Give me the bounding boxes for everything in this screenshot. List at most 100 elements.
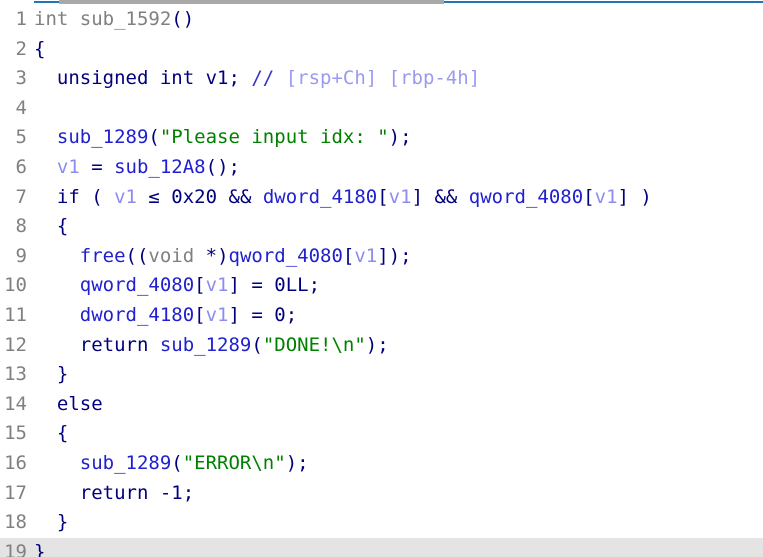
token-plain [34, 156, 57, 178]
code-line[interactable]: 9 free((void *)qword_4080[v1]); [0, 242, 763, 272]
token-punctuation: ; [183, 482, 194, 504]
code-line-text[interactable]: } [34, 360, 68, 390]
code-line[interactable]: 18 } [0, 508, 763, 538]
token-function[interactable]: free [80, 245, 126, 267]
code-line-text[interactable]: dword_4180[v1] = 0; [34, 301, 297, 331]
code-listing[interactable]: 1int sub_1592()2{3 unsigned int v1; // [… [0, 5, 763, 557]
token-global-var[interactable]: qword_4080 [229, 245, 343, 267]
line-number: 2 [0, 35, 27, 65]
token-local-var[interactable]: v1 [354, 245, 377, 267]
code-line-text[interactable]: return -1; [34, 479, 194, 509]
code-line[interactable]: 3 unsigned int v1; // [rsp+Ch] [rbp-4h] [0, 64, 763, 94]
token-punctuation: ); [366, 334, 389, 356]
code-line[interactable]: 1int sub_1592() [0, 5, 763, 35]
line-number: 5 [0, 123, 27, 153]
line-number: 1 [0, 5, 27, 35]
token-function[interactable]: sub_1289 [80, 452, 172, 474]
code-line-text[interactable]: } [34, 538, 45, 557]
token-string: "DONE!\n" [263, 334, 366, 356]
token-punctuation: ]); [377, 245, 411, 267]
code-line[interactable]: 13 } [0, 360, 763, 390]
token-type: sub_1592 [80, 8, 172, 30]
line-number: 4 [0, 94, 27, 124]
code-line-text[interactable]: sub_1289("Please input idx: "); [34, 123, 412, 153]
token-local-var[interactable]: v1 [206, 304, 229, 326]
token-keyword: unsigned int v1; [34, 67, 240, 89]
token-function[interactable]: sub_1289 [57, 126, 149, 148]
code-line[interactable]: 5 sub_1289("Please input idx: "); [0, 123, 763, 153]
token-type: int [34, 8, 68, 30]
token-keyword: else [34, 393, 103, 415]
token-string: "Please input idx: " [160, 126, 389, 148]
code-line[interactable]: 11 dword_4180[v1] = 0; [0, 301, 763, 331]
token-punctuation: () [171, 8, 194, 30]
token-global-var[interactable]: qword_4080 [80, 274, 194, 296]
token-punctuation: ); [286, 452, 309, 474]
code-line[interactable]: 7 if ( v1 ≤ 0x20 && dword_4180[v1] && qw… [0, 183, 763, 213]
token-local-var[interactable]: v1 [114, 186, 137, 208]
token-punctuation: [ [194, 304, 205, 326]
line-number: 13 [0, 360, 27, 390]
code-line-text[interactable]: else [34, 390, 103, 420]
code-line-text[interactable]: if ( v1 ≤ 0x20 && dword_4180[v1] && qwor… [34, 183, 652, 213]
token-punctuation: ] = [229, 304, 275, 326]
token-comment-body: [rsp+Ch] [rbp-4h] [274, 67, 480, 89]
code-line-text[interactable]: unsigned int v1; // [rsp+Ch] [rbp-4h] [34, 64, 480, 94]
token-global-var[interactable]: dword_4180 [80, 304, 194, 326]
code-line[interactable]: 10 qword_4080[v1] = 0LL; [0, 271, 763, 301]
code-line[interactable]: 17 return -1; [0, 479, 763, 509]
code-line-text[interactable]: free((void *)qword_4080[v1]); [34, 242, 412, 272]
code-line-text[interactable]: v1 = sub_12A8(); [34, 153, 240, 183]
token-type: void [148, 245, 194, 267]
token-number: -1 [160, 482, 183, 504]
code-line-text[interactable]: sub_1289("ERROR\n"); [34, 449, 309, 479]
line-number: 3 [0, 64, 27, 94]
code-line[interactable]: 12 return sub_1289("DONE!\n"); [0, 331, 763, 361]
pseudocode-view[interactable]: 1int sub_1592()2{3 unsigned int v1; // [… [0, 0, 763, 557]
code-line[interactable]: 2{ [0, 35, 763, 65]
token-keyword: if ( [34, 186, 114, 208]
token-keyword: return [34, 334, 160, 356]
code-line-text[interactable]: qword_4080[v1] = 0LL; [34, 271, 320, 301]
token-local-var[interactable]: v1 [389, 186, 412, 208]
code-line[interactable]: 19} [0, 538, 763, 557]
token-punctuation: { [34, 38, 45, 60]
code-line-text[interactable]: } [34, 508, 68, 538]
code-line-text[interactable] [34, 94, 45, 124]
code-line-text[interactable]: { [34, 35, 45, 65]
code-line[interactable]: 4 [0, 94, 763, 124]
code-line-text[interactable]: { [34, 212, 68, 242]
horizontal-scrollbar-thumb[interactable] [59, 0, 444, 4]
horizontal-scrollbar[interactable] [34, 0, 763, 3]
token-punctuation: ≤ [137, 186, 171, 208]
code-line[interactable]: 8 { [0, 212, 763, 242]
token-punctuation: (); [206, 156, 240, 178]
code-line[interactable]: 16 sub_1289("ERROR\n"); [0, 449, 763, 479]
token-number: 0x20 [171, 186, 217, 208]
token-punctuation: } [34, 363, 68, 385]
token-punctuation: [ [583, 186, 594, 208]
token-plain [34, 452, 80, 474]
token-keyword: return [34, 482, 160, 504]
code-line[interactable]: 14 else [0, 390, 763, 420]
line-number: 8 [0, 212, 27, 242]
token-punctuation: ] [412, 186, 423, 208]
token-number: 0LL [274, 274, 308, 296]
token-local-var[interactable]: v1 [595, 186, 618, 208]
line-number: 14 [0, 390, 27, 420]
code-line-text[interactable]: { [34, 419, 68, 449]
code-line-text[interactable]: return sub_1289("DONE!\n"); [34, 331, 389, 361]
token-function[interactable]: sub_12A8 [114, 156, 206, 178]
line-number: 16 [0, 449, 27, 479]
token-punctuation: } [34, 541, 45, 557]
token-function[interactable]: sub_1289 [160, 334, 252, 356]
line-number: 19 [0, 538, 27, 557]
token-global-var[interactable]: dword_4180 [263, 186, 377, 208]
code-line[interactable]: 15 { [0, 419, 763, 449]
token-global-var[interactable]: qword_4080 [469, 186, 583, 208]
token-punctuation: ( [148, 126, 159, 148]
token-local-var[interactable]: v1 [206, 274, 229, 296]
code-line-text[interactable]: int sub_1592() [34, 5, 194, 35]
code-line[interactable]: 6 v1 = sub_12A8(); [0, 153, 763, 183]
token-local-var[interactable]: v1 [57, 156, 80, 178]
